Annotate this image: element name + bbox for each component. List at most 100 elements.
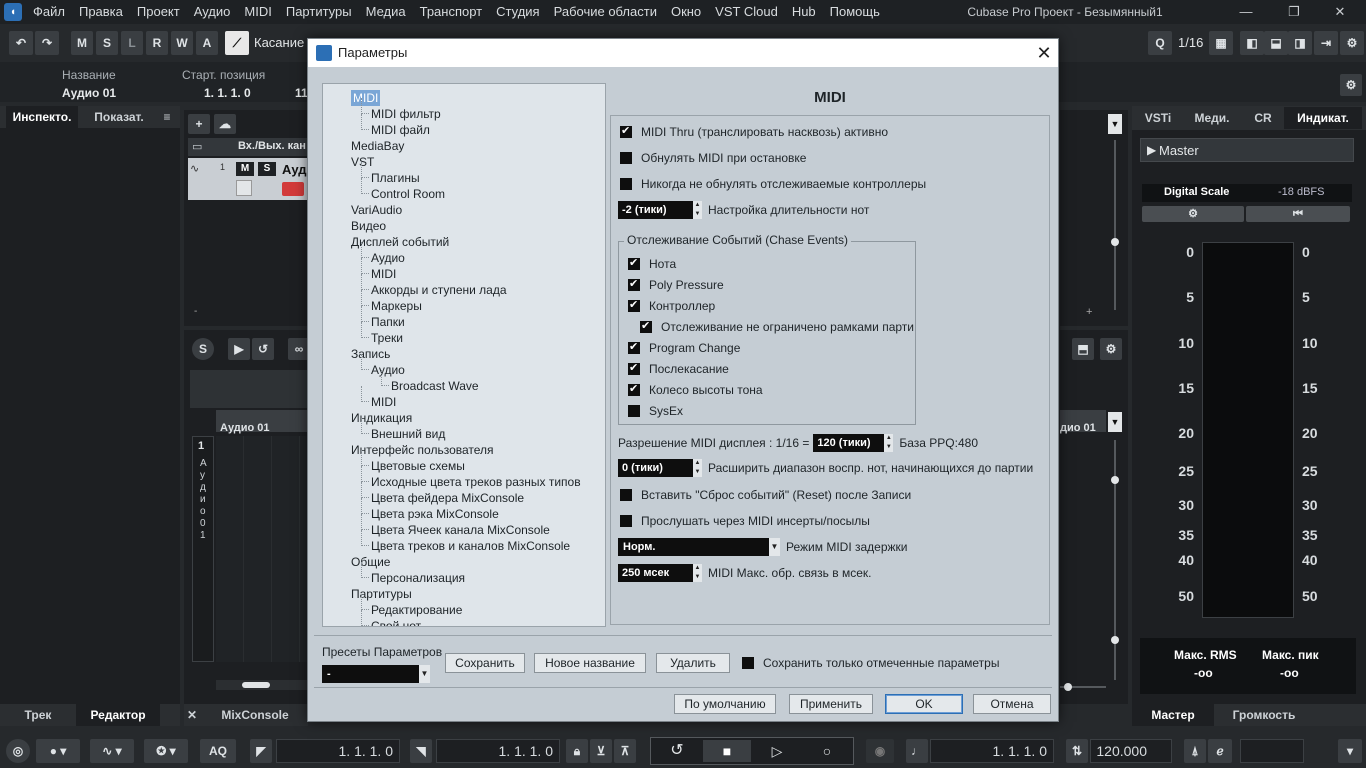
tab-visibility[interactable]: Показат. bbox=[82, 106, 156, 128]
editor-solo-icon[interactable]: S bbox=[192, 338, 214, 360]
track-solo-button[interactable]: S bbox=[258, 162, 276, 176]
tree-item[interactable]: Цвета фейдера MixConsole bbox=[371, 490, 524, 506]
insert-reset-row[interactable]: Вставить "Сброс событий" (Reset) после З… bbox=[620, 488, 911, 502]
resolution-stepper-icon[interactable]: ▲ ▼ bbox=[884, 434, 894, 452]
tree-item[interactable]: Интерфейс пользователя bbox=[351, 442, 494, 458]
right-locator-value[interactable]: 1. 1. 1. 0 bbox=[436, 739, 560, 763]
project-zoom-handle[interactable] bbox=[1111, 238, 1119, 246]
chase-item-checkbox[interactable] bbox=[628, 298, 640, 312]
tree-item[interactable]: Аудио bbox=[371, 250, 405, 266]
mode-button-a[interactable]: A bbox=[196, 31, 218, 55]
waveform-mode-icon[interactable]: ∿ ▾ bbox=[90, 739, 134, 763]
tempo-value[interactable]: 120.000 bbox=[1090, 739, 1172, 763]
auto-quantize-button[interactable]: AQ bbox=[200, 739, 236, 763]
infoline-settings-icon[interactable]: ⚙ bbox=[1340, 74, 1362, 96]
editor-zoom-handle-2[interactable] bbox=[1111, 636, 1119, 644]
chase-item[interactable]: Контроллер bbox=[628, 298, 715, 313]
chase-item[interactable]: Отслеживание не ограничено рамками парти bbox=[640, 319, 914, 334]
project-vscroll-icon[interactable]: ▼ bbox=[1108, 114, 1122, 134]
menu-item-11[interactable]: VST Cloud bbox=[708, 0, 785, 24]
automation-mode-label[interactable]: Касание bbox=[254, 31, 304, 55]
tree-item[interactable]: VariAudio bbox=[351, 202, 402, 218]
max-rms-value[interactable]: -oo bbox=[1194, 666, 1213, 680]
meter-settings-icon[interactable]: ⚙ bbox=[1142, 206, 1244, 222]
editor-event-label[interactable]: Аудио 01 bbox=[220, 422, 270, 434]
menu-item-1[interactable]: Правка bbox=[72, 0, 130, 24]
click-icon[interactable]: ℯ bbox=[1208, 739, 1232, 763]
mode-button-s[interactable]: S bbox=[96, 31, 118, 55]
window-close-icon[interactable]: ✕ bbox=[1320, 0, 1360, 24]
undo-icon[interactable]: ↶ bbox=[9, 31, 33, 55]
tree-item[interactable]: MIDI файл bbox=[371, 122, 430, 138]
settings-gear-icon[interactable]: ⚙ bbox=[1340, 31, 1364, 55]
tab-mixconsole[interactable]: MixConsole bbox=[210, 704, 300, 726]
tree-item[interactable]: Цвета рэка MixConsole bbox=[371, 506, 499, 522]
preset-save-button[interactable]: Сохранить bbox=[445, 653, 525, 673]
preset-rename-button[interactable]: Новое название bbox=[534, 653, 646, 673]
tree-item[interactable]: Запись bbox=[351, 346, 390, 362]
cycle-mode-icon[interactable]: ✪ ▾ bbox=[144, 739, 188, 763]
tree-item[interactable]: Видео bbox=[351, 218, 386, 234]
punch-out-icon[interactable]: ⊼ bbox=[614, 739, 636, 763]
tab-inspector[interactable]: Инспекто. bbox=[6, 106, 78, 128]
quantize-value[interactable]: 1/16 bbox=[1178, 31, 1203, 55]
presets-select[interactable]: - ▼ bbox=[322, 665, 430, 683]
midi-thru-checkbox[interactable] bbox=[620, 124, 632, 138]
resolution-spinbox[interactable]: 120 (тики) ▲ ▼ bbox=[813, 434, 894, 452]
track-mute-button[interactable]: M bbox=[236, 162, 254, 176]
menu-item-2[interactable]: Проект bbox=[130, 0, 187, 24]
ok-button[interactable]: OK bbox=[885, 694, 963, 714]
dialog-close-icon[interactable]: ✕ bbox=[1030, 39, 1058, 67]
editor-loop-icon[interactable]: ↺ bbox=[252, 338, 274, 360]
mode-button-l[interactable]: L bbox=[121, 31, 143, 55]
editor-settings-icon[interactable]: ⚙ bbox=[1100, 338, 1122, 360]
quantize-icon[interactable]: Q bbox=[1148, 31, 1172, 55]
master-selector[interactable]: ▶ Master bbox=[1140, 138, 1354, 162]
track-record-button[interactable] bbox=[282, 182, 304, 196]
left-zone-toggle-icon[interactable]: ◧ bbox=[1240, 31, 1264, 55]
chase-item[interactable]: Колесо высоты тона bbox=[628, 382, 763, 397]
menu-item-7[interactable]: Транспорт bbox=[413, 0, 490, 24]
tab-vsti[interactable]: VSTi bbox=[1136, 107, 1180, 129]
extend-spinbox[interactable]: 0 (тики) ▲ ▼ bbox=[618, 459, 702, 477]
tree-item[interactable]: Аккорды и ступени лада bbox=[371, 282, 507, 298]
preset-delete-button[interactable]: Удалить bbox=[656, 653, 730, 673]
metronome-icon[interactable]: ⍋ bbox=[1184, 739, 1206, 763]
tab-volume[interactable]: Громкость bbox=[1216, 704, 1312, 726]
tab-media[interactable]: Меди. bbox=[1184, 107, 1240, 129]
never-reset-checkbox[interactable] bbox=[620, 178, 632, 190]
automation-touch-icon[interactable]: ⟋ bbox=[225, 31, 249, 55]
reset-on-stop-checkbox[interactable] bbox=[620, 152, 632, 164]
cancel-button[interactable]: Отмена bbox=[973, 694, 1051, 714]
editor-play-icon[interactable]: ▶ bbox=[228, 338, 250, 360]
chase-item-checkbox[interactable] bbox=[628, 382, 640, 396]
menu-item-0[interactable]: Файл bbox=[26, 0, 72, 24]
menu-item-3[interactable]: Аудио bbox=[187, 0, 238, 24]
info-length-value[interactable]: 11 bbox=[295, 86, 308, 100]
tree-item[interactable]: Треки bbox=[371, 330, 403, 346]
tree-item[interactable]: Цветовые схемы bbox=[371, 458, 465, 474]
chase-item-checkbox[interactable] bbox=[640, 319, 652, 333]
track-name[interactable]: Ауд bbox=[282, 162, 307, 177]
editor-hzoom-handle[interactable] bbox=[1064, 683, 1072, 691]
digital-scale-bar[interactable]: Digital Scale -18 dBFS bbox=[1142, 184, 1352, 202]
left-locator-value[interactable]: 1. 1. 1. 0 bbox=[276, 739, 400, 763]
tab-control-room[interactable]: CR bbox=[1244, 107, 1282, 129]
transport-menu-icon[interactable]: ▾ bbox=[1338, 739, 1362, 763]
midi-thru-row[interactable]: MIDI Thru (транслировать насквозь) актив… bbox=[620, 124, 888, 139]
export-icon[interactable]: ⇥ bbox=[1314, 31, 1338, 55]
listen-inserts-row[interactable]: Прослушать через MIDI инсерты/посылы bbox=[620, 514, 870, 528]
feedback-stepper-icon[interactable]: ▲ ▼ bbox=[693, 564, 702, 582]
menu-item-10[interactable]: Окно bbox=[664, 0, 708, 24]
tab-meter[interactable]: Индикат. bbox=[1284, 107, 1362, 129]
tree-item[interactable]: Control Room bbox=[371, 186, 445, 202]
meter-reset-icon[interactable]: ⏮ bbox=[1246, 206, 1350, 222]
tree-item[interactable]: MIDI bbox=[371, 266, 396, 282]
cycle-icon[interactable]: ↺ bbox=[653, 740, 701, 762]
lock-icon[interactable]: 🔒︎ bbox=[566, 739, 588, 763]
never-reset-row[interactable]: Никогда не обнулять отслеживаемые контро… bbox=[620, 177, 926, 191]
tree-item[interactable]: Маркеры bbox=[371, 298, 422, 314]
track-preset-icon[interactable]: ☁ bbox=[214, 114, 236, 134]
latency-select[interactable]: Норм. ▼ bbox=[618, 538, 780, 556]
latency-dropdown-icon[interactable]: ▼ bbox=[769, 538, 780, 556]
